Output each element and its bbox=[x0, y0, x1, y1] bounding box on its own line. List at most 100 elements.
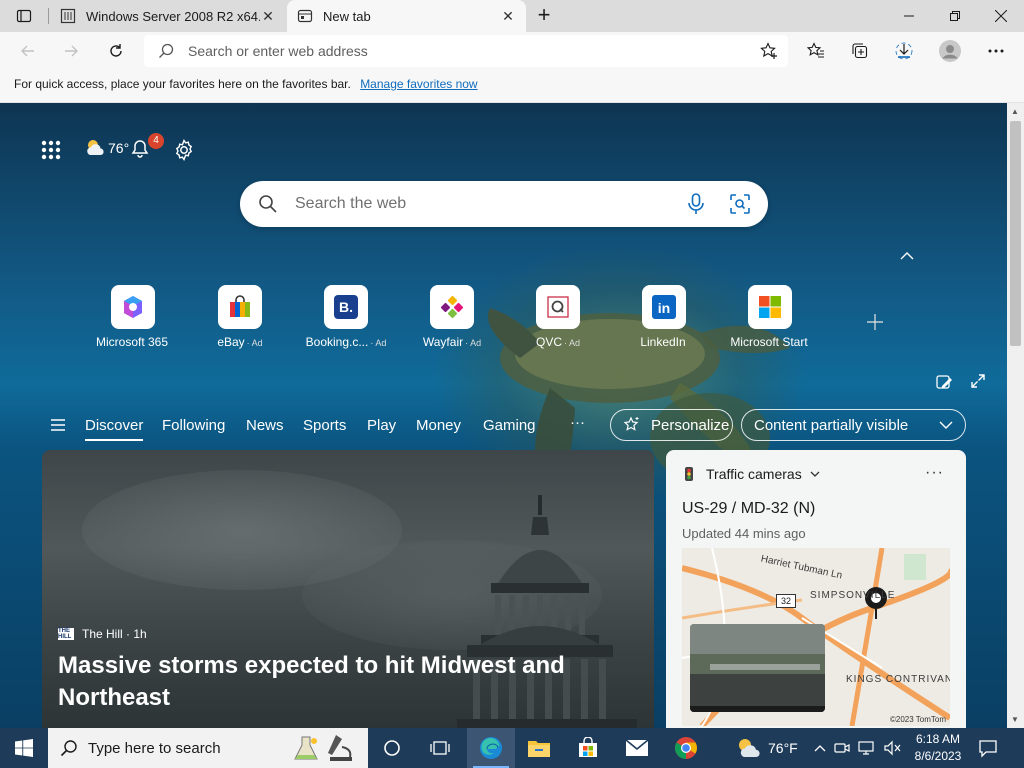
ebay-bag-icon bbox=[218, 285, 262, 329]
traffic-cameras-card[interactable]: Traffic cameras ··· US-29 / MD-32 (N) Up… bbox=[666, 450, 966, 728]
traffic-camera-thumbnail[interactable] bbox=[690, 624, 825, 712]
quick-link-wayfair[interactable]: Wayfair · Ad bbox=[399, 285, 505, 349]
edge-icon bbox=[480, 737, 502, 759]
feed-tab-gaming[interactable]: Gaming bbox=[483, 417, 536, 434]
web-search-box[interactable] bbox=[240, 181, 768, 227]
back-button[interactable] bbox=[14, 37, 42, 65]
traffic-map[interactable]: Harriet Tubman Ln SIMPSONVILLE KINGS CON… bbox=[682, 548, 950, 726]
clock-date: 8/6/2023 bbox=[914, 749, 962, 763]
feed-tab-news[interactable]: News bbox=[246, 417, 284, 434]
taskbar-search-box[interactable]: Type here to search bbox=[48, 728, 368, 768]
linkedin-icon: in bbox=[642, 285, 686, 329]
chevron-down-icon bbox=[939, 421, 953, 429]
tab-newtab[interactable]: New tab ✕ bbox=[287, 0, 526, 32]
tab-close-button[interactable]: ✕ bbox=[260, 8, 276, 24]
refresh-button[interactable] bbox=[102, 37, 130, 65]
taskbar-store-button[interactable] bbox=[564, 728, 612, 768]
ad-label: · Ad bbox=[246, 338, 263, 348]
visual-search-icon[interactable] bbox=[729, 193, 751, 215]
volume-muted-icon[interactable] bbox=[884, 740, 902, 756]
meet-now-icon[interactable] bbox=[834, 740, 850, 756]
clock-time: 6:18 AM bbox=[915, 732, 961, 746]
tab-separator bbox=[48, 8, 49, 24]
task-view-cortana-button[interactable] bbox=[368, 728, 416, 768]
taskbar-mail-button[interactable] bbox=[613, 728, 661, 768]
article-source-label: The Hill · 1h bbox=[82, 627, 147, 641]
collections-button[interactable] bbox=[846, 37, 874, 65]
downloads-button[interactable] bbox=[890, 37, 918, 65]
feed-tab-discover[interactable]: Discover bbox=[85, 417, 144, 441]
web-search-input[interactable] bbox=[295, 194, 655, 214]
feed-tab-money[interactable]: Money bbox=[416, 417, 461, 434]
quick-link-microsoft-365[interactable]: Microsoft 365 bbox=[80, 285, 186, 349]
restore-button[interactable] bbox=[932, 0, 978, 32]
address-bar[interactable] bbox=[144, 35, 788, 67]
tab-actions-button[interactable] bbox=[8, 4, 40, 28]
tab-title: Windows Server 2008 R2 x64.iso bbox=[86, 8, 260, 24]
address-input[interactable] bbox=[188, 41, 728, 61]
science-lab-illustration bbox=[294, 735, 352, 761]
apps-grid-icon[interactable] bbox=[40, 139, 62, 161]
profile-button[interactable] bbox=[936, 37, 964, 65]
traffic-light-icon bbox=[685, 467, 693, 481]
expand-icon[interactable] bbox=[970, 373, 986, 389]
favorites-button[interactable] bbox=[802, 37, 830, 65]
hamburger-menu-icon[interactable] bbox=[50, 418, 66, 432]
more-feed-tabs-button[interactable]: ··· bbox=[570, 414, 585, 431]
task-view-button[interactable] bbox=[416, 728, 464, 768]
system-tray bbox=[814, 728, 902, 768]
feed-tab-play[interactable]: Play bbox=[367, 417, 396, 434]
quick-link-booking[interactable]: B. Booking.c... · Ad bbox=[293, 285, 399, 349]
manage-favorites-link[interactable]: Manage favorites now bbox=[360, 77, 477, 91]
quick-link-microsoft-start[interactable]: Microsoft Start bbox=[717, 285, 823, 349]
gear-icon[interactable] bbox=[173, 139, 195, 161]
taskbar-edge-button[interactable] bbox=[467, 728, 515, 768]
minimize-button[interactable] bbox=[886, 0, 932, 32]
traffic-card-header[interactable]: Traffic cameras bbox=[682, 466, 820, 482]
map-place-label: SIMPSONVILLE bbox=[810, 590, 896, 601]
add-favorite-icon[interactable] bbox=[760, 42, 778, 60]
close-window-button[interactable] bbox=[978, 0, 1024, 32]
taskbar-chrome-button[interactable] bbox=[662, 728, 710, 768]
action-center-icon[interactable] bbox=[978, 738, 998, 758]
favorites-icon bbox=[807, 42, 824, 58]
scrollbar-thumb[interactable] bbox=[1010, 121, 1021, 346]
scroll-up-arrow-icon[interactable]: ▲ bbox=[1011, 107, 1019, 116]
hero-news-card[interactable]: THE HILL The Hill · 1h Massive storms ex… bbox=[42, 450, 654, 728]
settings-more-button[interactable] bbox=[982, 37, 1010, 65]
store-bag-icon bbox=[579, 737, 597, 757]
card-more-options-button[interactable]: ··· bbox=[925, 464, 944, 482]
tab-close-button[interactable]: ✕ bbox=[500, 8, 516, 24]
new-tab-button[interactable]: + bbox=[532, 4, 556, 28]
ad-label: · Ad bbox=[564, 338, 581, 348]
content-visibility-dropdown[interactable]: Content partially visible bbox=[741, 409, 966, 441]
network-icon[interactable] bbox=[858, 740, 876, 756]
quick-link-label: Booking.c... bbox=[305, 335, 369, 349]
page-scrollbar[interactable]: ▲ ▼ bbox=[1007, 103, 1024, 728]
quick-link-qvc[interactable]: QVC · Ad bbox=[505, 285, 611, 349]
tray-weather[interactable]: 76°F bbox=[736, 728, 798, 768]
minimize-icon bbox=[904, 15, 914, 17]
scroll-down-arrow-icon[interactable]: ▼ bbox=[1011, 715, 1019, 724]
taskbar-clock[interactable]: 6:18 AM 8/6/2023 bbox=[906, 731, 970, 765]
microphone-icon[interactable] bbox=[686, 193, 706, 215]
feed-tab-following[interactable]: Following bbox=[162, 417, 225, 434]
weather-widget[interactable]: 76° bbox=[84, 137, 129, 159]
personalize-button[interactable]: Personalize bbox=[610, 409, 733, 441]
svg-text:B.: B. bbox=[339, 299, 353, 315]
forward-button[interactable] bbox=[57, 37, 85, 65]
add-quick-link-button[interactable] bbox=[865, 311, 885, 339]
quick-link-ebay[interactable]: eBay · Ad bbox=[187, 285, 293, 349]
chevron-up-icon[interactable] bbox=[814, 744, 826, 752]
start-button[interactable] bbox=[0, 728, 48, 768]
article-headline[interactable]: Massive storms expected to hit Midwest a… bbox=[58, 650, 618, 714]
publisher-logo: THE HILL bbox=[58, 628, 74, 640]
edit-background-icon[interactable] bbox=[935, 373, 953, 391]
feed-tab-sports[interactable]: Sports bbox=[303, 417, 346, 434]
quick-link-linkedin[interactable]: in LinkedIn bbox=[611, 285, 717, 349]
taskbar-file-explorer-button[interactable] bbox=[515, 728, 563, 768]
bell-icon[interactable] bbox=[130, 139, 150, 159]
collapse-quicklinks-button[interactable] bbox=[900, 247, 914, 263]
search-icon bbox=[60, 740, 77, 757]
tab-iso[interactable]: Windows Server 2008 R2 x64.iso ✕ bbox=[50, 0, 286, 32]
